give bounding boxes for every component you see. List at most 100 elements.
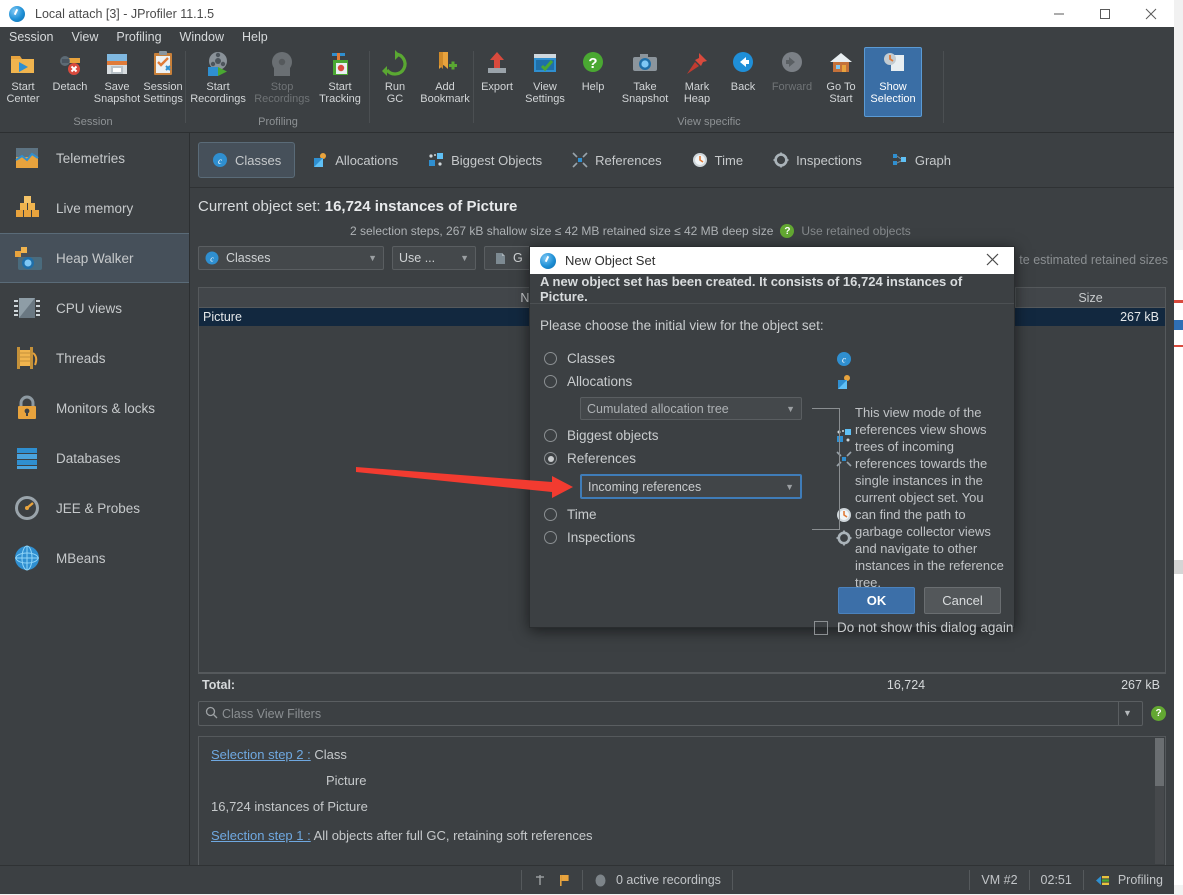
save-snapshot-button[interactable]: Save Snapshot <box>94 47 140 117</box>
run-gc-button[interactable]: Run GC <box>370 47 420 117</box>
tab-allocations[interactable]: Allocations <box>299 142 411 178</box>
radio-references[interactable] <box>544 452 557 465</box>
radio-label-biggest-objects: Biggest objects <box>567 428 659 443</box>
tab-time[interactable]: Time <box>679 142 756 178</box>
radio-allocations[interactable] <box>544 375 557 388</box>
radio-option-biggest-objects[interactable]: Biggest objects <box>544 424 851 447</box>
title-bar: Local attach [3] - JProfiler 11.1.5 <box>0 0 1174 27</box>
heap-walker-icon <box>12 243 42 273</box>
sidebar-item-monitors-locks[interactable]: Monitors & locks <box>0 383 189 433</box>
start-center-button[interactable]: Start Center <box>0 47 46 117</box>
radio-option-inspections[interactable]: Inspections <box>544 526 852 549</box>
sidebar-item-threads[interactable]: Threads <box>0 333 189 383</box>
help-label: Help <box>581 81 605 93</box>
bookmark-pin-icon[interactable] <box>533 873 547 887</box>
minimize-button[interactable] <box>1036 0 1082 27</box>
cancel-button[interactable]: Cancel <box>924 587 1001 614</box>
tab-graph[interactable]: Graph <box>879 142 964 178</box>
jee-probes-icon <box>12 493 42 523</box>
dialog-banner: A new object set has been created. It co… <box>530 274 1014 304</box>
add-bookmark-button[interactable]: Add Bookmark <box>420 47 470 117</box>
chevron-down-icon: ▼ <box>786 403 795 414</box>
view-mode-combo[interactable]: c Classes ▼ <box>198 246 384 270</box>
classes-icon: c <box>205 251 219 265</box>
sidebar-item-telemetries[interactable]: Telemetries <box>0 133 189 183</box>
maximize-button[interactable] <box>1082 0 1128 27</box>
dont-show-again-checkbox[interactable] <box>814 620 828 635</box>
close-button[interactable] <box>1128 0 1174 27</box>
allocation-tree-combo[interactable]: Cumulated allocation tree ▼ <box>580 397 802 420</box>
sidebar-item-databases[interactable]: Databases <box>0 433 189 483</box>
session-settings-button[interactable]: Session Settings <box>140 47 186 117</box>
class-view-filter-input[interactable]: Class View Filters ▼ <box>198 701 1143 726</box>
help-button[interactable]: ? Help <box>570 47 616 117</box>
search-icon <box>205 706 218 722</box>
graph-icon <box>892 152 908 168</box>
live-memory-icon <box>12 193 42 223</box>
window-title: Local attach [3] - JProfiler 11.1.5 <box>35 6 215 21</box>
take-snapshot-button[interactable]: Take Snapshot <box>616 47 674 117</box>
use-retained-objects-link[interactable]: Use retained objects <box>801 224 910 238</box>
tab-graph-label: Graph <box>914 152 951 168</box>
radio-label-time: Time <box>567 507 597 522</box>
sidebar-item-live-memory[interactable]: Live memory <box>0 183 189 233</box>
start-tracking-button[interactable]: Start Tracking <box>314 47 366 117</box>
run-gc-icon <box>381 50 409 78</box>
radio-option-references[interactable]: References <box>544 447 852 470</box>
back-label: Back <box>730 81 756 93</box>
column-header-size[interactable]: Size <box>1015 288 1165 307</box>
selection-steps-panel: Selection step 2 : Class Picture 16,724 … <box>198 736 1166 866</box>
radio-inspections[interactable] <box>544 531 557 544</box>
filter-help-icon[interactable]: ? <box>1151 706 1166 721</box>
dialog-close-button[interactable] <box>970 253 1014 269</box>
selection-steps-scrollbar[interactable] <box>1155 738 1164 864</box>
tab-references[interactable]: References <box>559 142 674 178</box>
sidebar-item-cpu-views[interactable]: CPU views <box>0 283 189 333</box>
export-label: Export <box>481 81 513 93</box>
chevron-down-icon[interactable]: ▼ <box>1118 702 1136 725</box>
selection-step-2-link[interactable]: Selection step 2 : <box>211 747 311 762</box>
tab-biggest-objects[interactable]: Biggest Objects <box>415 142 555 178</box>
back-button[interactable]: Back <box>720 47 766 117</box>
flag-icon[interactable] <box>557 873 571 887</box>
forward-button: Forward <box>766 47 818 117</box>
start-center-icon <box>9 50 37 78</box>
radio-option-classes[interactable]: Classes c <box>544 347 851 370</box>
references-combo[interactable]: Incoming references ▼ <box>580 474 802 499</box>
radio-biggest-objects[interactable] <box>544 429 557 442</box>
menu-item-help[interactable]: Help <box>233 27 277 47</box>
menu-item-view[interactable]: View <box>62 27 107 47</box>
sidebar-item-mbeans[interactable]: MBeans <box>0 533 189 583</box>
menu-item-profiling[interactable]: Profiling <box>107 27 170 47</box>
sidebar-label-telemetries: Telemetries <box>56 150 126 166</box>
dont-show-again-row[interactable]: Do not show this dialog again <box>814 620 1013 635</box>
help-question-icon[interactable]: ? <box>780 224 795 238</box>
show-selection-button[interactable]: Show Selection <box>864 47 922 117</box>
tab-classes[interactable]: c Classes <box>198 142 296 178</box>
sidebar-item-heap-walker[interactable]: Heap Walker <box>0 233 189 283</box>
menu-item-session[interactable]: Session <box>0 27 62 47</box>
time-icon <box>692 152 708 168</box>
start-recordings-button[interactable]: Start Recordings <box>186 47 250 117</box>
sidebar-label-databases: Databases <box>56 450 121 466</box>
sidebar-item-jee-probes[interactable]: JEE & Probes <box>0 483 189 533</box>
radio-classes[interactable] <box>544 352 557 365</box>
radio-option-allocations[interactable]: Allocations <box>544 370 850 393</box>
start-tracking-icon <box>326 50 354 78</box>
export-button[interactable]: Export <box>474 47 520 117</box>
view-settings-button[interactable]: View Settings <box>520 47 570 117</box>
ok-button[interactable]: OK <box>838 587 915 614</box>
detach-button[interactable]: Detach <box>46 47 94 117</box>
tab-inspections[interactable]: Inspections <box>760 142 875 178</box>
go-to-start-button[interactable]: Go To Start <box>818 47 864 117</box>
mark-heap-button[interactable]: Mark Heap <box>674 47 720 117</box>
ribbon-group-label-view-specific: View specific <box>677 116 741 128</box>
selection-step-1-link[interactable]: Selection step 1 : <box>211 828 311 843</box>
group-button[interactable]: G <box>484 246 532 270</box>
menu-item-window[interactable]: Window <box>171 27 233 47</box>
radio-time[interactable] <box>544 508 557 521</box>
status-vm: VM #2 <box>981 873 1018 887</box>
sidebar-label-jee-probes: JEE & Probes <box>56 500 141 516</box>
radio-option-time[interactable]: Time <box>544 503 851 526</box>
use-combo[interactable]: Use ... ▼ <box>392 246 476 270</box>
